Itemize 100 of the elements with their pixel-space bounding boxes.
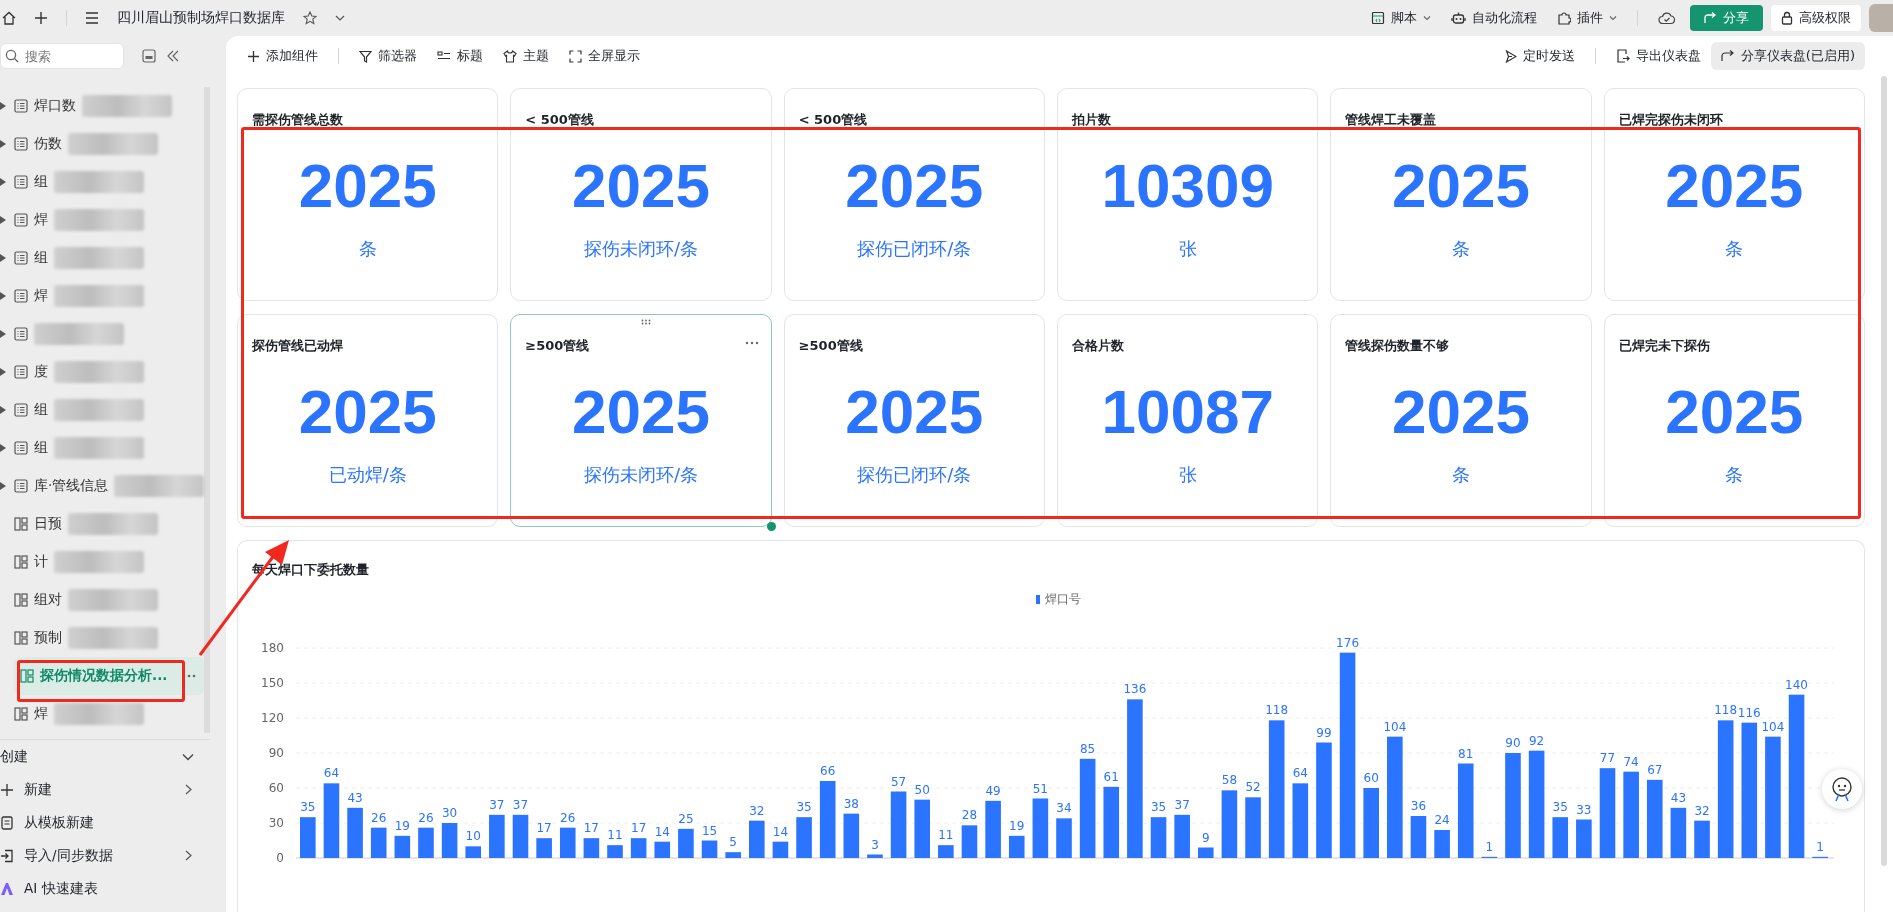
data-label: 19 [1009,818,1025,833]
toolbar-menu-button[interactable]: 自动化流程 [1451,9,1537,27]
sidebar-item[interactable]: 库·管线信息 [0,467,204,505]
metric-card[interactable]: 合格片数 10087 张 [1057,314,1319,527]
metric-value: 2025 [845,155,984,217]
metric-card[interactable]: 探伤管线已动焊 2025 已动焊/条 [237,314,499,527]
sidebar-item[interactable]: 探伤情况数据分析... [14,657,204,695]
sidebar-item[interactable]: 组 [0,239,204,277]
data-label: 11 [607,828,623,843]
sidebar-item[interactable]: 组 [0,429,204,467]
permission-button[interactable]: 高级权限 [1771,5,1861,31]
item-label: 组 [34,249,48,267]
axis-tick-label: 120 [261,711,284,725]
metric-card[interactable]: 需探伤管线总数 2025 条 [237,88,499,301]
metric-value: 2025 [572,381,710,443]
card-title: < 500管线 [525,111,594,129]
data-label: 37 [512,797,529,812]
data-label: 61 [1103,769,1119,784]
sidebar-item[interactable]: 组 [0,391,204,429]
data-label: 17 [631,821,647,836]
metric-card[interactable]: < 500管线 2025 探伤已闭环/条 [783,88,1045,301]
create-menu-item[interactable]: AI 快速建表 [0,872,210,905]
card-title: 探伤管线已动焊 [252,337,343,355]
create-menu-item[interactable]: 新建 [0,773,210,806]
sidebar-item[interactable]: 组对 [0,581,204,619]
data-label: 24 [1434,813,1450,827]
metric-card[interactable]: 管线焊工未覆盖 2025 条 [1330,88,1592,301]
item-label: 组 [34,439,48,457]
item-label: 焊 [34,287,48,305]
toolbar-button[interactable]: 标题 [437,47,483,65]
metric-unit: 探伤未闭环/条 [583,237,699,261]
metric-unit: 条 [1725,463,1744,487]
toolbar-menu-button[interactable]: 插件 [1557,9,1617,27]
data-label: 64 [1292,766,1308,781]
toolbar-button[interactable]: 全屏显示 [569,47,640,65]
toolbar-button[interactable]: 添加组件 [247,47,318,65]
data-label: 34 [1056,801,1072,816]
item-label: 组 [34,173,48,191]
metric-card[interactable]: 管线探伤数量不够 2025 条 [1330,314,1592,527]
sidebar-item[interactable]: 焊 [0,277,204,315]
create-menu-item[interactable]: 导入/同步数据 [0,839,210,872]
sidebar-item[interactable]: 度 [0,353,204,391]
toolbar-button[interactable]: 筛选器 [359,47,417,65]
sidebar-item[interactable]: 伤数 [0,125,204,163]
toolbar-button[interactable]: 分享仪表盘(已启用) [1710,42,1865,70]
data-label: 67 [1647,762,1663,777]
data-label: 49 [985,783,1001,798]
metric-card[interactable]: 拍片数 10309 张 [1057,88,1319,301]
data-label: 25 [678,811,694,826]
create-menu-item[interactable]: 从模板新建 [0,806,210,839]
data-label: 17 [536,821,552,836]
axis-tick-label: 90 [268,746,284,760]
item-label: 焊 [34,211,48,229]
metric-unit: 探伤已闭环/条 [857,237,972,261]
toolbar-button[interactable]: 主题 [503,47,549,65]
metric-value: 2025 [298,155,437,217]
data-label: 85 [1080,741,1096,756]
toolbar-button[interactable]: 定时发送 [1504,47,1575,65]
data-label: 15 [701,823,718,838]
metric-card[interactable]: ≥500管线 2025 探伤已闭环/条 [783,314,1045,527]
section-header[interactable]: 创建 [0,740,210,773]
card-title: 管线焊工未覆盖 [1345,111,1437,129]
sidebar-item[interactable]: 焊 [0,201,204,239]
metric-value: 10309 [1101,155,1274,217]
sidebar-item[interactable]: 焊口数 [0,87,204,125]
data-label: 118 [1714,703,1738,718]
card-title: 需探伤管线总数 [252,111,343,129]
data-label: 5 [729,835,737,850]
data-label: 19 [394,818,410,833]
sidebar-item[interactable]: 日预 [0,505,204,543]
share-button[interactable]: 分享 [1690,5,1763,31]
metric-card[interactable]: < 500管线 2025 探伤未闭环/条 [510,88,772,301]
data-label: 51 [1032,781,1048,796]
data-label: 118 [1265,703,1289,718]
sidebar-item[interactable]: 组 [0,163,204,201]
metric-unit: 已动焊/条 [328,463,407,487]
metric-card[interactable]: 已焊完未下探伤 2025 条 [1603,314,1865,527]
axis-tick-label: 60 [268,781,284,795]
data-label: 90 [1505,736,1521,750]
data-label: 3 [871,837,879,852]
card-title: 拍片数 [1072,111,1111,129]
data-label: 104 [1383,719,1407,734]
item-label: 度 [34,363,48,381]
toolbar-menu-button[interactable]: 脚本 [1371,9,1431,27]
data-label: 104 [1761,719,1785,734]
metric-value: 2025 [572,155,710,217]
axis-tick-label: 30 [268,816,284,830]
metric-card[interactable]: 已焊完探伤未闭环 2025 条 [1603,88,1865,301]
data-label: 36 [1410,799,1427,813]
sidebar-item[interactable]: 焊 [0,695,204,733]
data-label: 35 [1552,800,1568,815]
metric-unit: 条 [1452,237,1470,261]
sidebar-item[interactable]: 计 [0,543,204,581]
toolbar-button[interactable]: 导出仪表盘 [1615,47,1701,65]
sidebar-item[interactable]: 预制 [0,619,204,657]
data-label: 81 [1458,746,1474,761]
search-field[interactable]: 搜索 [0,43,124,69]
data-label: 116 [1737,705,1761,720]
data-label: 136 [1123,682,1147,697]
data-label: 58 [1221,773,1238,788]
